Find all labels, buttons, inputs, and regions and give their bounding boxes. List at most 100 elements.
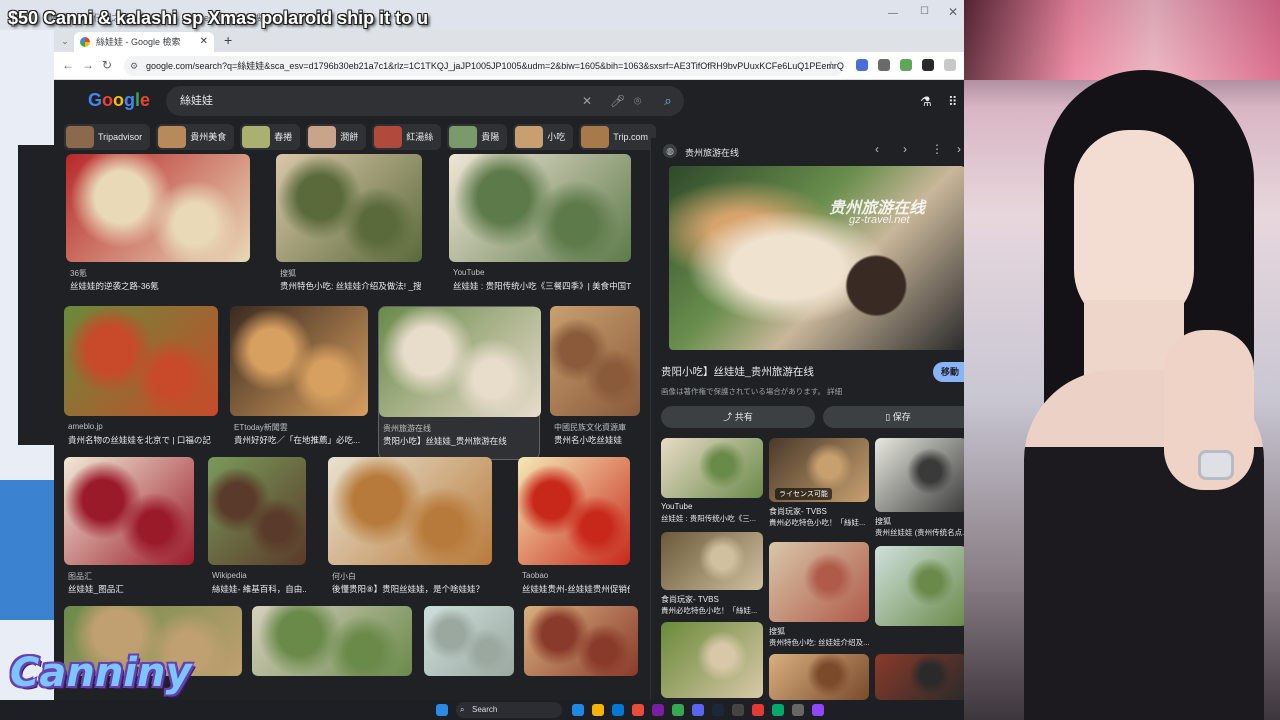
- related-thumbnail[interactable]: [875, 438, 964, 512]
- chip-6[interactable]: 小吃: [513, 124, 574, 150]
- related-source[interactable]: YouTube: [661, 502, 763, 511]
- close-window-icon[interactable]: ✕: [948, 5, 958, 19]
- bookmark-star-icon[interactable]: ☆: [826, 56, 836, 76]
- result-title[interactable]: 贵阳小吃】丝娃娃_贵州旅游在线: [383, 435, 541, 447]
- result-title[interactable]: 貴州好好吃／「在地推薦」必吃...: [234, 434, 368, 446]
- image-result[interactable]: ameblo.jp 貴州名物の丝娃娃を北京で | 口福の記: [64, 306, 218, 460]
- taskbar-app-icon[interactable]: [732, 704, 744, 716]
- image-result[interactable]: 36氪 丝娃娃的逆袭之路-36氪: [66, 154, 250, 306]
- result-source[interactable]: 何小白: [332, 571, 492, 582]
- result-source[interactable]: Wikipedia: [212, 571, 306, 580]
- new-tab-button[interactable]: +: [224, 32, 232, 48]
- result-title[interactable]: 丝娃娃 : 贵阳传统小吃《三餐四季》| 美食中国T...: [453, 280, 631, 292]
- chip-5[interactable]: 貴陽: [447, 124, 508, 150]
- labs-flask-icon[interactable]: ⚗: [920, 94, 932, 110]
- preview-image[interactable]: 贵州旅游在线 gz-travel.net: [669, 166, 964, 350]
- result-source[interactable]: YouTube: [453, 268, 631, 277]
- result-source[interactable]: 图品汇: [68, 571, 194, 582]
- site-info-icon[interactable]: ⚙: [130, 56, 138, 76]
- image-result[interactable]: YouTube 丝娃娃 : 贵阳传统小吃《三餐四季》| 美食中国T...: [449, 154, 631, 306]
- result-source[interactable]: 贵州旅游在线: [383, 423, 541, 434]
- edge-icon[interactable]: [612, 704, 624, 716]
- apps-grid-icon[interactable]: ⠿: [948, 94, 958, 110]
- image-result[interactable]: 贵州旅游在线 贵阳小吃】丝娃娃_贵州旅游在线: [378, 306, 541, 460]
- google-doodle-logo[interactable]: Google: [88, 90, 150, 111]
- result-title[interactable]: 贵州特色小吃: 丝娃娃介绍及做法! _搜狐网: [280, 280, 422, 292]
- result-title[interactable]: 後懂贵阳⑧】贵阳丝娃娃，是个啥娃娃？: [332, 583, 492, 595]
- save-button[interactable]: ▯ 保存: [823, 406, 964, 428]
- result-thumbnail[interactable]: [64, 306, 218, 416]
- result-source[interactable]: 36氪: [70, 268, 250, 279]
- taskbar-app-icon[interactable]: [652, 704, 664, 716]
- related-image[interactable]: ライセンス可能 食尚玩家- TVBS 貴州必吃特色小吃！「絲娃...: [769, 438, 869, 532]
- search-icon[interactable]: ⌕: [656, 89, 680, 113]
- twitch-icon[interactable]: [812, 704, 824, 716]
- result-title[interactable]: 貴州名物の丝娃娃を北京で | 口福の記: [68, 434, 218, 446]
- image-result[interactable]: Wikipedia 絲娃娃- 維基百科，自由...: [208, 457, 306, 609]
- related-title[interactable]: 贵州特色小吃: 丝娃娃介绍及...: [769, 637, 869, 648]
- chrome-icon[interactable]: [672, 704, 684, 716]
- taskbar-app-icon[interactable]: [632, 704, 644, 716]
- result-thumbnail[interactable]: [66, 154, 250, 262]
- more-options-icon[interactable]: ⋮: [931, 142, 943, 156]
- result-title[interactable]: 丝娃娃贵州-丝娃娃贵州促销价...: [522, 583, 630, 595]
- chip-2[interactable]: 春捲: [240, 124, 301, 150]
- folder-icon[interactable]: [592, 704, 604, 716]
- result-source[interactable]: ETtoday新聞雲: [234, 422, 368, 433]
- clear-icon[interactable]: ✕: [582, 86, 592, 116]
- next-icon[interactable]: ›: [903, 142, 907, 156]
- image-result[interactable]: [252, 606, 412, 700]
- steam-icon[interactable]: [712, 704, 724, 716]
- related-image[interactable]: 搜狐 贵州丝娃娃 (贵州传统名点...: [875, 438, 964, 542]
- taskbar-app-icon[interactable]: [572, 704, 584, 716]
- related-source[interactable]: 搜狐: [875, 516, 964, 527]
- result-thumbnail[interactable]: [276, 154, 422, 262]
- related-thumbnail[interactable]: [661, 438, 763, 498]
- result-source[interactable]: 搜狐: [280, 268, 422, 279]
- related-thumbnail[interactable]: [661, 622, 763, 698]
- close-panel-icon[interactable]: ›: [957, 142, 961, 156]
- related-image[interactable]: 食尚玩家- TVBS 貴州必吃特色小吃！「絲娃...: [661, 532, 763, 620]
- extension-icon[interactable]: [900, 59, 912, 71]
- chip-0[interactable]: Tripadvisor: [64, 124, 151, 150]
- result-thumbnail[interactable]: [64, 457, 194, 565]
- result-thumbnail[interactable]: [230, 306, 368, 416]
- result-thumbnail[interactable]: [252, 606, 412, 676]
- image-result[interactable]: 搜狐贵州特色小吃: 丝娃娃介绍及做法! _搜狐网: [276, 154, 422, 306]
- image-result[interactable]: 中國民族文化資源庫 贵州名小吃丝娃娃: [550, 306, 640, 460]
- related-title[interactable]: 貴州必吃特色小吃！「絲娃...: [661, 605, 763, 616]
- result-thumbnail[interactable]: [550, 306, 640, 416]
- chip-4[interactable]: 紅湯絲: [372, 124, 442, 150]
- extension-icon[interactable]: [856, 59, 868, 71]
- start-icon[interactable]: [436, 704, 448, 716]
- maximize-icon[interactable]: ☐: [920, 6, 929, 17]
- related-thumbnail[interactable]: [661, 532, 763, 590]
- result-thumbnail[interactable]: [424, 606, 514, 676]
- microphone-icon[interactable]: 🎤︎: [610, 86, 625, 116]
- result-thumbnail[interactable]: [208, 457, 306, 565]
- related-thumbnail[interactable]: [875, 546, 964, 626]
- result-title[interactable]: 丝娃娃的逆袭之路-36氪: [70, 280, 250, 292]
- taskbar-app-icon[interactable]: [772, 704, 784, 716]
- related-thumbnail[interactable]: [875, 654, 964, 700]
- minimize-icon[interactable]: —: [888, 8, 898, 19]
- image-result[interactable]: [524, 606, 638, 700]
- image-result[interactable]: Taobao 丝娃娃贵州-丝娃娃贵州促销价...: [518, 457, 630, 609]
- profile-icon[interactable]: [944, 59, 956, 71]
- result-source[interactable]: ameblo.jp: [68, 422, 218, 431]
- related-image[interactable]: YouTube 丝娃娃 : 贵阳传统小吃《三...: [661, 438, 763, 528]
- related-thumbnail[interactable]: [769, 542, 869, 622]
- extension-icon[interactable]: [878, 59, 890, 71]
- tab-search-icon[interactable]: ⌄: [58, 34, 72, 48]
- address-bar[interactable]: ⚙ google.com/search?q=絲娃娃&sca_esv=d1796b…: [124, 56, 844, 76]
- share-button[interactable]: ⤴ 共有: [661, 406, 815, 428]
- result-thumbnail[interactable]: [449, 154, 631, 262]
- chip-7[interactable]: Trip.com: [579, 124, 656, 150]
- result-thumbnail[interactable]: [379, 307, 541, 417]
- previous-icon[interactable]: ‹: [875, 142, 879, 156]
- result-thumbnail[interactable]: [328, 457, 492, 565]
- related-source[interactable]: 食尚玩家- TVBS: [769, 506, 869, 517]
- discord-icon[interactable]: [692, 704, 704, 716]
- related-source[interactable]: 食尚玩家- TVBS: [661, 594, 763, 605]
- result-thumbnail[interactable]: [518, 457, 630, 565]
